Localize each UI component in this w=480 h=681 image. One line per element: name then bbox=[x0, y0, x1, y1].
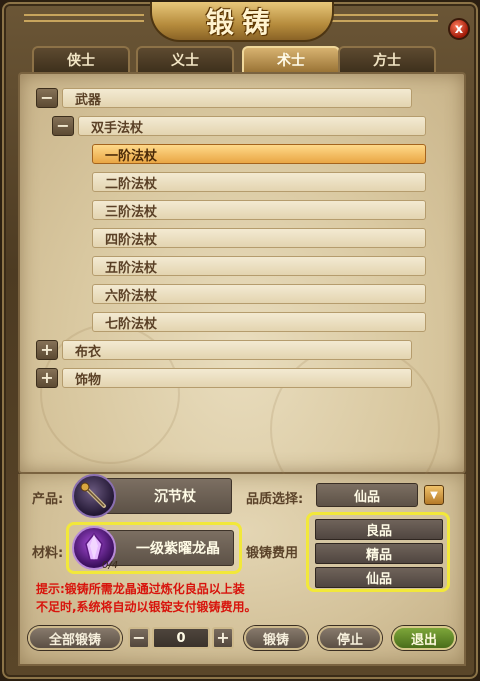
forge-button[interactable]: 锻铸 bbox=[244, 626, 308, 650]
quality-dropdown-button[interactable]: ▼ bbox=[424, 485, 444, 505]
tree-category-weapon[interactable]: 武器 bbox=[62, 88, 412, 108]
tree-item-tier-7[interactable]: 七阶法杖 bbox=[92, 312, 426, 332]
product-name-plate: 沉节杖 bbox=[98, 478, 232, 514]
tree-category-cloth[interactable]: 布衣 bbox=[62, 340, 412, 360]
quality-dropdown-list: 良品 精品 仙品 bbox=[306, 512, 450, 592]
material-count: 0/4 bbox=[102, 560, 119, 571]
tab-shushi[interactable]: 术士 bbox=[242, 46, 340, 72]
material-label: 材料: bbox=[32, 546, 64, 561]
title-plate: 锻铸 bbox=[150, 2, 334, 42]
expand-accessory-button[interactable]: + bbox=[36, 368, 58, 388]
forge-all-button[interactable]: 全部锻铸 bbox=[28, 626, 122, 650]
material-name-plate: 一级紫曜龙晶 bbox=[98, 530, 234, 566]
expand-cloth-button[interactable]: + bbox=[36, 340, 58, 360]
minus-icon: − bbox=[132, 628, 146, 647]
title-ornament-left bbox=[24, 14, 144, 22]
material-name: 一级紫曜龙晶 bbox=[136, 541, 220, 557]
product-name: 沉节杖 bbox=[154, 489, 196, 505]
quality-option-immortal[interactable]: 仙品 bbox=[315, 567, 443, 588]
close-icon: x bbox=[454, 21, 464, 37]
tree-category-accessory[interactable]: 饰物 bbox=[62, 368, 412, 388]
quantity-decrease-button[interactable]: − bbox=[128, 627, 150, 649]
tree-item-tier-2[interactable]: 二阶法杖 bbox=[92, 172, 426, 192]
chevron-down-icon: ▼ bbox=[430, 489, 438, 501]
quality-select[interactable]: 仙品 bbox=[316, 483, 418, 507]
quality-option-good[interactable]: 良品 bbox=[315, 519, 443, 540]
forge-window: 锻铸 x 侠士 义士 术士 方士 − 武器 − 双手法杖 一阶法杖 二阶法杖 三… bbox=[0, 0, 480, 681]
hint-line-1: 提示:锻铸所需龙晶通过炼化良品以上装 bbox=[36, 582, 245, 596]
product-slot[interactable] bbox=[72, 474, 116, 518]
exit-button[interactable]: 退出 bbox=[392, 626, 456, 650]
quantity-increase-button[interactable]: + bbox=[212, 627, 234, 649]
collapse-staff-button[interactable]: − bbox=[52, 116, 74, 136]
tree-subcategory-staff[interactable]: 双手法杖 bbox=[78, 116, 426, 136]
quality-option-fine[interactable]: 精品 bbox=[315, 543, 443, 564]
quality-label: 品质选择: bbox=[246, 492, 304, 507]
tree-item-tier-1[interactable]: 一阶法杖 bbox=[92, 144, 426, 164]
tab-yishi[interactable]: 义士 bbox=[136, 46, 234, 72]
tab-fangshi[interactable]: 方士 bbox=[338, 46, 436, 72]
quantity-input[interactable]: 0 bbox=[152, 627, 210, 649]
window-title: 锻铸 bbox=[205, 6, 278, 39]
stop-button[interactable]: 停止 bbox=[318, 626, 382, 650]
hint-line-2: 不足时,系统将自动以银锭支付锻铸费用。 bbox=[36, 600, 257, 614]
product-label: 产品: bbox=[32, 492, 64, 507]
title-ornament-right bbox=[318, 14, 438, 22]
class-tabs: 侠士 义士 术士 方士 bbox=[32, 46, 452, 72]
tree-item-tier-6[interactable]: 六阶法杖 bbox=[92, 284, 426, 304]
tree-item-tier-5[interactable]: 五阶法杖 bbox=[92, 256, 426, 276]
recipe-tree-panel: − 武器 − 双手法杖 一阶法杖 二阶法杖 三阶法杖 四阶法杖 五阶法杖 六阶法… bbox=[18, 72, 466, 514]
close-button[interactable]: x bbox=[448, 18, 470, 40]
staff-icon bbox=[80, 482, 106, 508]
plus-icon: + bbox=[216, 628, 230, 647]
tree-item-tier-3[interactable]: 三阶法杖 bbox=[92, 200, 426, 220]
tree-item-tier-4[interactable]: 四阶法杖 bbox=[92, 228, 426, 248]
cost-label: 锻铸费用 bbox=[246, 546, 299, 561]
tab-xiashi[interactable]: 侠士 bbox=[32, 46, 130, 72]
collapse-weapon-button[interactable]: − bbox=[36, 88, 58, 108]
